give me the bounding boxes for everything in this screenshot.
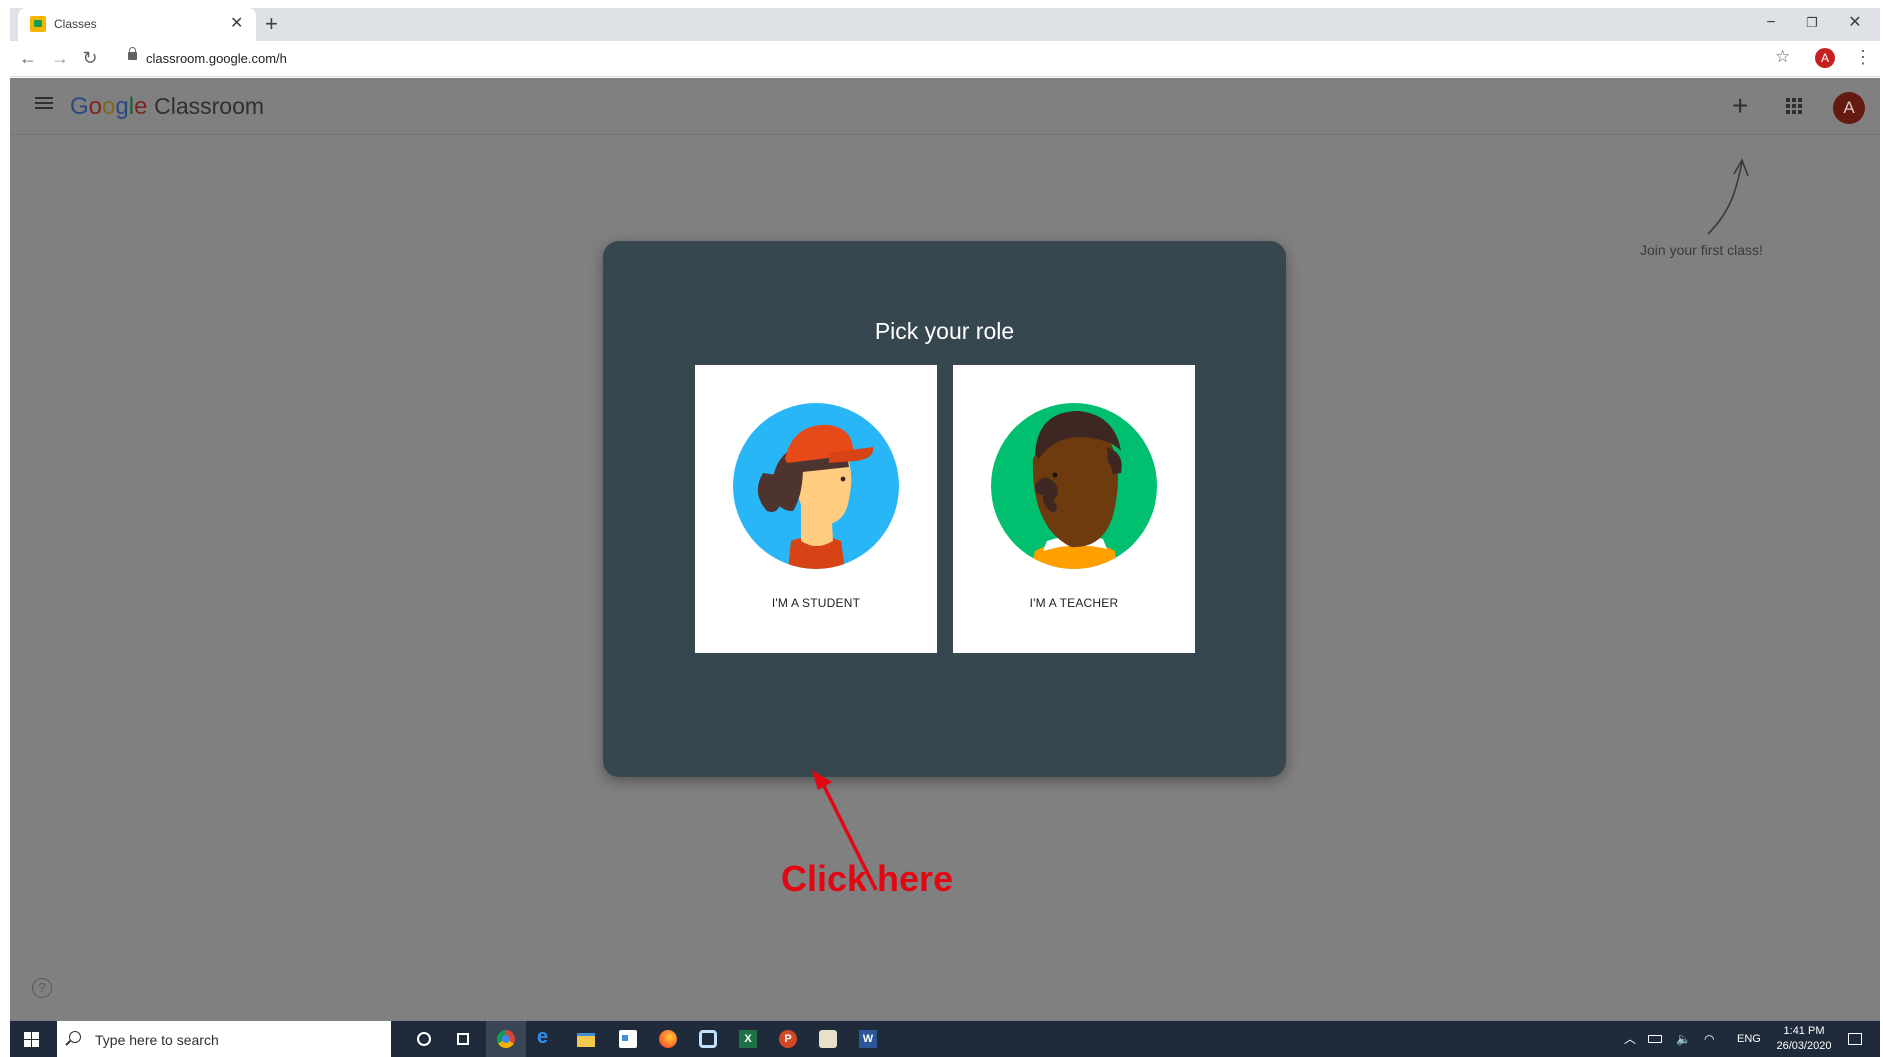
teacher-role-card[interactable]: I'M A TEACHER — [953, 365, 1195, 653]
file-explorer-icon[interactable] — [566, 1021, 606, 1057]
account-avatar[interactable]: A — [1833, 92, 1865, 124]
browser-tab[interactable]: Classes ✕ — [18, 8, 256, 41]
clock-date: 26/03/2020 — [1776, 1040, 1832, 1052]
help-icon[interactable]: ? — [32, 978, 52, 998]
search-icon — [69, 1031, 81, 1043]
join-hint-arrow-icon — [1707, 158, 1749, 235]
word-taskbar-icon[interactable]: W — [848, 1021, 888, 1057]
taskbar-search-placeholder: Type here to search — [95, 1032, 219, 1048]
windows-start-icon[interactable] — [10, 1021, 56, 1057]
url-text: classroom.google.com/h — [146, 51, 287, 66]
dialog-title: Pick your role — [874, 318, 1015, 344]
browser-tab-strip: Classes ✕ + − ❐ ✕ — [10, 8, 1880, 41]
edge-taskbar-icon[interactable]: e — [526, 1021, 566, 1057]
hamburger-menu-icon[interactable] — [34, 94, 54, 110]
bookmark-star-icon[interactable]: ☆ — [1775, 47, 1790, 67]
windows-taskbar: Type here to search e X P W ︿ 🔈 ◠ ENG 1:… — [10, 1021, 1880, 1057]
wifi-icon[interactable]: ◠ — [1704, 1031, 1714, 1047]
reload-icon[interactable]: ↻ — [78, 47, 102, 69]
close-tab-icon[interactable]: ✕ — [230, 14, 243, 34]
pick-role-dialog: Pick your role I'M A STUDENT I'M A TEACH… — [603, 241, 1286, 777]
app-taskbar-icon[interactable] — [688, 1021, 728, 1057]
click-here-annotation: Click here — [781, 858, 954, 899]
join-first-class-hint: Join your first class! — [1640, 242, 1763, 258]
taskbar-search-box[interactable]: Type here to search — [57, 1021, 391, 1057]
clock-time: 1:41 PM — [1783, 1025, 1825, 1037]
screen: Classes ✕ + − ❐ ✕ ← → ↻ classroom.google… — [10, 8, 1880, 1057]
firefox-taskbar-icon[interactable] — [648, 1021, 688, 1057]
browser-toolbar: ← → ↻ classroom.google.com/h ☆ A ⋮ — [10, 41, 1880, 77]
student-role-label: I'M A STUDENT — [771, 596, 861, 610]
forward-arrow-icon[interactable]: → — [48, 47, 72, 69]
cortana-icon[interactable] — [404, 1021, 444, 1057]
restore-window-button[interactable]: ❐ — [1797, 12, 1827, 34]
store-taskbar-icon[interactable] — [608, 1021, 648, 1057]
student-avatar-icon — [733, 403, 899, 569]
show-hidden-icons-chevron-icon[interactable]: ︿ — [1624, 1031, 1636, 1047]
paint-taskbar-icon[interactable] — [808, 1021, 848, 1057]
back-arrow-icon[interactable]: ← — [16, 47, 40, 69]
google-apps-grid-icon[interactable] — [1786, 98, 1802, 114]
add-class-icon[interactable]: + — [1732, 92, 1748, 120]
product-name: Classroom — [154, 93, 265, 119]
browser-menu-icon[interactable]: ⋮ — [1854, 46, 1872, 68]
browser-profile-avatar[interactable]: A — [1815, 48, 1835, 68]
student-role-card[interactable]: I'M A STUDENT — [695, 365, 937, 653]
chrome-taskbar-icon[interactable] — [486, 1021, 526, 1057]
teacher-role-label: I'M A TEACHER — [1029, 596, 1119, 610]
classroom-app: Google Classroom + A Join your first cla… — [10, 78, 1880, 1026]
google-classroom-logo[interactable]: Google Classroom — [70, 92, 264, 121]
powerpoint-taskbar-icon[interactable]: P — [768, 1021, 808, 1057]
language-indicator[interactable]: ENG — [1737, 1033, 1761, 1045]
clock[interactable]: 1:41 PM 26/03/2020 — [1775, 1024, 1833, 1054]
teacher-avatar-icon — [991, 403, 1157, 569]
lock-icon — [128, 47, 137, 60]
new-tab-button[interactable]: + — [265, 12, 278, 36]
tab-title: Classes — [54, 17, 97, 31]
battery-icon[interactable] — [1648, 1035, 1662, 1043]
minimize-window-button[interactable]: − — [1756, 12, 1786, 34]
classroom-favicon-icon — [30, 16, 46, 32]
address-bar[interactable]: classroom.google.com/h — [122, 46, 1787, 72]
excel-taskbar-icon[interactable]: X — [728, 1021, 768, 1057]
task-view-icon[interactable] — [444, 1021, 484, 1057]
app-bar: Google Classroom + A — [10, 78, 1880, 135]
speaker-icon[interactable]: 🔈 — [1676, 1031, 1691, 1047]
notifications-icon[interactable] — [1848, 1033, 1862, 1045]
close-window-button[interactable]: ✕ — [1840, 12, 1870, 34]
